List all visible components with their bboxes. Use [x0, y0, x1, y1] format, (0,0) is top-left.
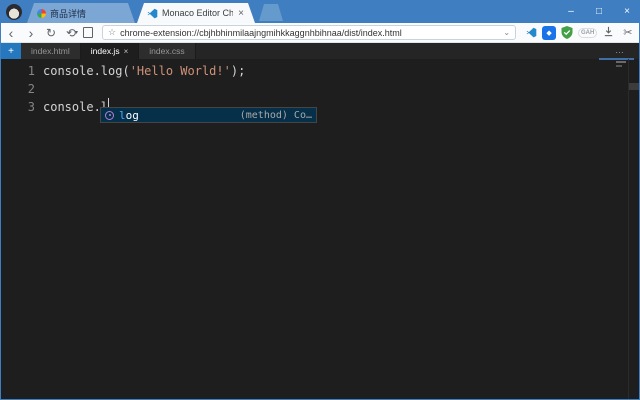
- editor-tab-index-css[interactable]: index.css: [139, 43, 195, 59]
- line-number: 3: [1, 98, 35, 116]
- vscode-icon: [526, 27, 537, 38]
- scrollbar-thumb[interactable]: [629, 83, 640, 90]
- scrollbar-track[interactable]: [628, 59, 640, 400]
- maximize-button[interactable]: □: [585, 1, 613, 23]
- token: console.log(: [43, 64, 130, 78]
- tab-close-icon[interactable]: ×: [237, 8, 245, 19]
- new-file-button[interactable]: +: [1, 43, 21, 59]
- minimap-line: [616, 65, 622, 67]
- minimize-button[interactable]: –: [557, 1, 585, 23]
- token: console.l: [43, 100, 108, 114]
- method-icon: [105, 111, 114, 120]
- url-dropdown-icon[interactable]: ⌄: [503, 30, 510, 36]
- token: );: [231, 64, 245, 78]
- site-favicon-icon: [37, 9, 46, 18]
- code-text: console.l: [43, 98, 108, 116]
- extensions-area: ◆ GAH ✂ ☾ + ≡: [524, 26, 640, 40]
- code-text: console.log('Hello World!');: [43, 62, 245, 80]
- close-button[interactable]: ×: [613, 1, 640, 23]
- string-token: 'Hello World!': [130, 64, 231, 78]
- suggest-label: log: [119, 109, 235, 122]
- reading-mode-icon[interactable]: [83, 27, 93, 38]
- bookmark-star-icon[interactable]: ☆: [108, 27, 116, 38]
- browser-tab-shopping[interactable]: 商品详情: [27, 3, 135, 23]
- editor-tab-close-icon[interactable]: ×: [124, 47, 129, 56]
- back-icon[interactable]: ‹: [1, 24, 21, 42]
- match-text: l: [119, 109, 126, 122]
- rest-text: og: [126, 109, 139, 122]
- download-icon[interactable]: [601, 26, 616, 40]
- suggest-widget[interactable]: log (method) Co…: [100, 107, 317, 123]
- code-line[interactable]: 1 console.log('Hello World!');: [1, 62, 601, 80]
- monaco-extension-icon[interactable]: [524, 26, 538, 40]
- line-number: 2: [1, 80, 35, 98]
- editor-tab-label: index.html: [31, 46, 70, 56]
- editor-tabstrip: + index.html index.js × index.css …: [1, 43, 640, 59]
- suggest-detail: (method) Co…: [240, 110, 312, 121]
- url-text[interactable]: chrome-extension://cbjhbhinmilaajngmihkk…: [120, 28, 499, 38]
- history-caret-icon[interactable]: ▾: [75, 29, 78, 36]
- vscode-icon: [147, 8, 158, 19]
- new-tab-button[interactable]: [259, 4, 283, 21]
- shield-extension-icon[interactable]: [560, 26, 574, 40]
- browser-window: 商品详情 Monaco Editor Chrome Exte × – □ × ‹…: [0, 0, 640, 400]
- profile-avatar[interactable]: [6, 4, 22, 20]
- browser-tab-title: Monaco Editor Chrome Exte: [162, 8, 233, 18]
- browser-tab-title: 商品详情: [50, 7, 125, 20]
- tab-overflow-icon[interactable]: …: [615, 43, 625, 59]
- minimap-line: [616, 61, 626, 63]
- titlebar: 商品详情 Monaco Editor Chrome Exte × – □ ×: [1, 1, 640, 23]
- line-number: 1: [1, 62, 35, 80]
- screenshot-scissors-icon[interactable]: ✂: [620, 26, 635, 39]
- editor-tab-label: index.css: [149, 46, 184, 56]
- editor-tab-index-html[interactable]: index.html: [21, 43, 81, 59]
- code-line[interactable]: 2: [1, 80, 601, 98]
- code-editor[interactable]: 1 console.log('Hello World!'); 2 3 conso…: [1, 59, 640, 400]
- editor-tab-label: index.js: [91, 46, 120, 56]
- browser-toolbar: ‹ › ↻ ⟲ ▾ ☆ chrome-extension://cbjhbhinm…: [1, 23, 640, 43]
- badge-extension-icon[interactable]: GAH: [578, 28, 597, 38]
- forward-icon[interactable]: ›: [21, 24, 41, 42]
- window-controls: – □ ×: [557, 1, 640, 23]
- shield-icon: [561, 26, 573, 39]
- blue-extension-icon[interactable]: ◆: [542, 26, 556, 40]
- browser-tab-monaco[interactable]: Monaco Editor Chrome Exte ×: [137, 3, 255, 23]
- editor-tab-index-js[interactable]: index.js ×: [81, 43, 140, 59]
- minimap[interactable]: [614, 59, 628, 400]
- refresh-icon[interactable]: ↻: [41, 24, 61, 42]
- download-arrow-icon: [603, 26, 614, 37]
- address-bar[interactable]: ☆ chrome-extension://cbjhbhinmilaajngmih…: [102, 25, 516, 40]
